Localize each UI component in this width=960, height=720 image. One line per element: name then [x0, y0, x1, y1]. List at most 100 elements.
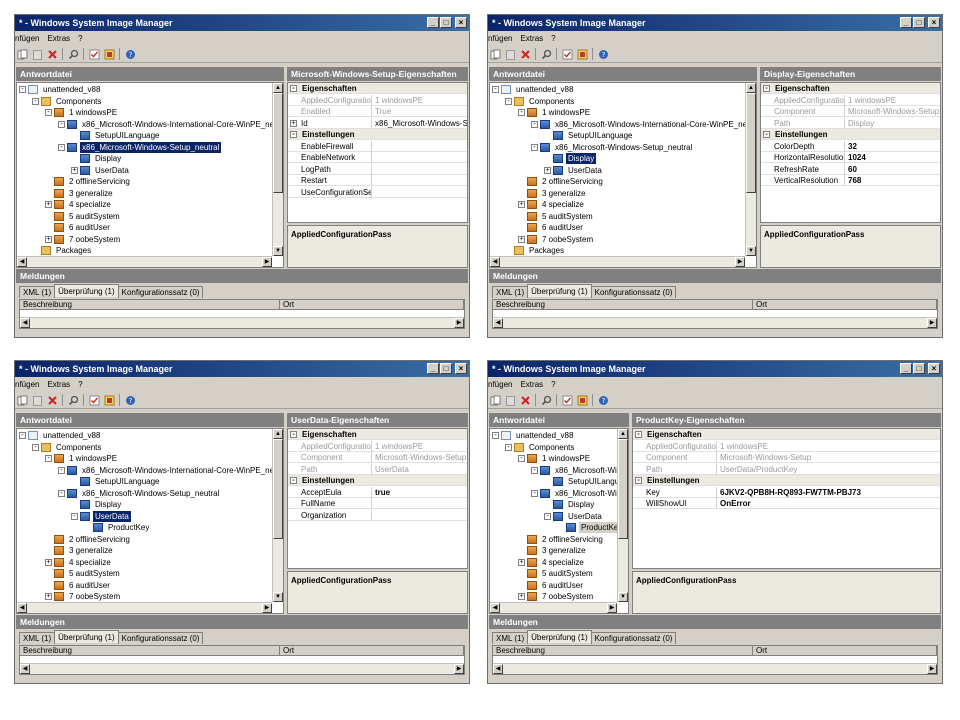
horizontal-scrollbar[interactable]: ◀ ▶	[20, 663, 464, 674]
tree-node[interactable]: 5 auditSystem	[45, 211, 122, 222]
tree-node[interactable]: 6 auditUser	[518, 222, 585, 233]
messages-tab[interactable]: XML (1)	[19, 632, 56, 644]
tree-node[interactable]: - UserData	[544, 511, 604, 522]
collapse-icon[interactable]: -	[58, 120, 65, 128]
collapse-icon[interactable]: -	[544, 512, 551, 520]
collapse-icon[interactable]: -	[290, 477, 297, 484]
property-row[interactable]: Organization	[288, 509, 467, 521]
messages-tab[interactable]: Überprüfung (1)	[54, 630, 119, 643]
collapse-icon[interactable]: -	[635, 431, 642, 438]
properties-grid[interactable]: -EigenschaftenAppliedConfigurationPass1 …	[760, 82, 941, 223]
horizontal-scrollbar[interactable]: ◀ ▶	[17, 602, 272, 613]
scroll-down-button[interactable]: ▼	[746, 246, 756, 256]
menu-item[interactable]: Extras	[47, 34, 70, 43]
collapse-icon[interactable]: -	[635, 477, 642, 484]
tree-node[interactable]: + UserData	[71, 165, 131, 176]
copy-icon[interactable]	[489, 394, 501, 406]
collapse-icon[interactable]: -	[32, 443, 39, 451]
copy-icon[interactable]	[489, 48, 501, 60]
tree-node[interactable]: 6 auditUser	[45, 580, 112, 591]
property-value[interactable]	[373, 152, 467, 163]
scroll-down-button[interactable]: ▼	[618, 592, 628, 602]
scroll-right-button[interactable]: ▶	[454, 664, 464, 674]
delete-icon[interactable]	[46, 48, 58, 60]
tree-node[interactable]: 2 offlineServicing	[45, 176, 132, 187]
property-row[interactable]: AppliedConfigurationPass1 windowsPE	[288, 440, 467, 452]
column-header-location[interactable]: Ort	[753, 300, 937, 310]
messages-tab[interactable]: Überprüfung (1)	[527, 284, 592, 297]
menu-item[interactable]: nfügen	[15, 380, 39, 389]
tree-node[interactable]: 3 generalize	[45, 545, 115, 556]
tree-node[interactable]: SetupUILanguage	[71, 476, 162, 487]
scroll-thumb[interactable]	[273, 439, 283, 539]
property-value[interactable]	[373, 498, 467, 509]
scroll-left-button[interactable]: ◀	[17, 257, 27, 267]
messages-tab[interactable]: Konfigurationssatz (0)	[590, 286, 677, 298]
paste-icon[interactable]	[31, 394, 43, 406]
tree-node[interactable]: - x86_Microsoft-Windows-Setup_neutral	[531, 142, 694, 153]
property-row[interactable]: AcceptEula true	[288, 486, 467, 498]
search-icon[interactable]	[540, 394, 552, 406]
property-row[interactable]: +Idx86_Microsoft-Windows-Setup	[288, 117, 467, 129]
tree-node[interactable]: +7 oobeSystem	[518, 591, 595, 602]
menu-item[interactable]: ?	[551, 34, 555, 43]
minimize-button[interactable]: _	[427, 363, 439, 374]
messages-tab[interactable]: XML (1)	[19, 286, 56, 298]
scroll-thumb[interactable]	[618, 439, 628, 539]
tree-node[interactable]: - 1 windowsPE	[518, 107, 592, 118]
property-row[interactable]: AppliedConfigurationPass1 windowsPE	[761, 94, 940, 106]
maximize-button[interactable]: □	[913, 363, 925, 374]
property-value[interactable]: 768	[846, 175, 940, 186]
tree-node[interactable]: - x86_Microsoft-Windows-International-Cor…	[531, 119, 745, 130]
tree-node[interactable]: - x86_Microsoft-Windo	[531, 465, 617, 476]
delete-icon[interactable]	[519, 48, 531, 60]
tree-node[interactable]: 3 generalize	[45, 188, 115, 199]
property-row[interactable]: AppliedConfigurationPass1 windowsPE	[633, 440, 940, 452]
tree-node[interactable]: - Components	[505, 442, 576, 453]
collapse-icon[interactable]: -	[505, 97, 512, 105]
answer-file-tree[interactable]: - unattended_v88- Components -1 windowsPE - x…	[489, 82, 757, 268]
close-button[interactable]: ×	[928, 17, 940, 28]
collapse-icon[interactable]: -	[45, 109, 52, 116]
property-row[interactable]: Path UserData/ProductKey	[633, 463, 940, 475]
tree-node[interactable]: - Components	[32, 96, 103, 107]
menu-item[interactable]: Extras	[47, 380, 70, 389]
tree-node[interactable]: +7 oobeSystem	[45, 591, 122, 602]
scroll-left-button[interactable]: ◀	[20, 664, 30, 674]
tree-node[interactable]: - x86_Microsoft-Windows-Setup_neutral	[58, 488, 221, 499]
expand-icon[interactable]: +	[45, 201, 52, 208]
property-value[interactable]: OnError	[718, 498, 940, 509]
tree-node[interactable]: +7 oobeSystem	[45, 234, 122, 245]
expand-icon[interactable]: +	[518, 235, 525, 243]
property-row[interactable]: HorizontalResolution 1024	[761, 152, 940, 163]
horizontal-scrollbar[interactable]: ◀ ▶	[20, 317, 464, 328]
tree-node[interactable]: 2 offlineServicing	[518, 176, 605, 187]
tree-node[interactable]: 3 generalize	[518, 545, 588, 556]
tree-node[interactable]: - x86_Microsoft-Windows-International-Cor…	[58, 119, 272, 130]
scroll-down-button[interactable]: ▼	[273, 246, 283, 256]
copy-icon[interactable]	[16, 48, 28, 60]
collapse-icon[interactable]: -	[518, 109, 525, 116]
property-row[interactable]: Component Microsoft-Windows-Setup	[761, 106, 940, 117]
menu-item[interactable]: Extras	[520, 34, 543, 43]
expand-icon[interactable]: +	[45, 558, 52, 566]
property-row[interactable]: VerticalResolution 768	[761, 175, 940, 186]
minimize-button[interactable]: _	[900, 363, 912, 374]
collapse-icon[interactable]: -	[71, 512, 78, 520]
tree-node[interactable]: +7 oobeSystem	[518, 234, 595, 245]
expand-icon[interactable]: +	[45, 235, 52, 243]
collapse-icon[interactable]: -	[290, 85, 297, 92]
catalog-icon[interactable]	[576, 48, 588, 60]
property-row[interactable]: Path Display	[761, 117, 940, 129]
messages-tab[interactable]: Überprüfung (1)	[54, 284, 119, 297]
tree-node[interactable]: +4 specialize	[45, 199, 113, 210]
property-row[interactable]: Path UserData	[288, 463, 467, 475]
messages-tab[interactable]: Konfigurationssatz (0)	[590, 632, 677, 644]
column-header-description[interactable]: Beschreibung	[20, 646, 280, 656]
column-header-location[interactable]: Ort	[753, 646, 937, 656]
paste-icon[interactable]	[31, 48, 43, 60]
close-button[interactable]: ×	[455, 363, 467, 374]
scroll-up-button[interactable]: ▲	[273, 83, 283, 93]
collapse-icon[interactable]: -	[290, 131, 297, 138]
scroll-thumb[interactable]	[746, 93, 756, 193]
